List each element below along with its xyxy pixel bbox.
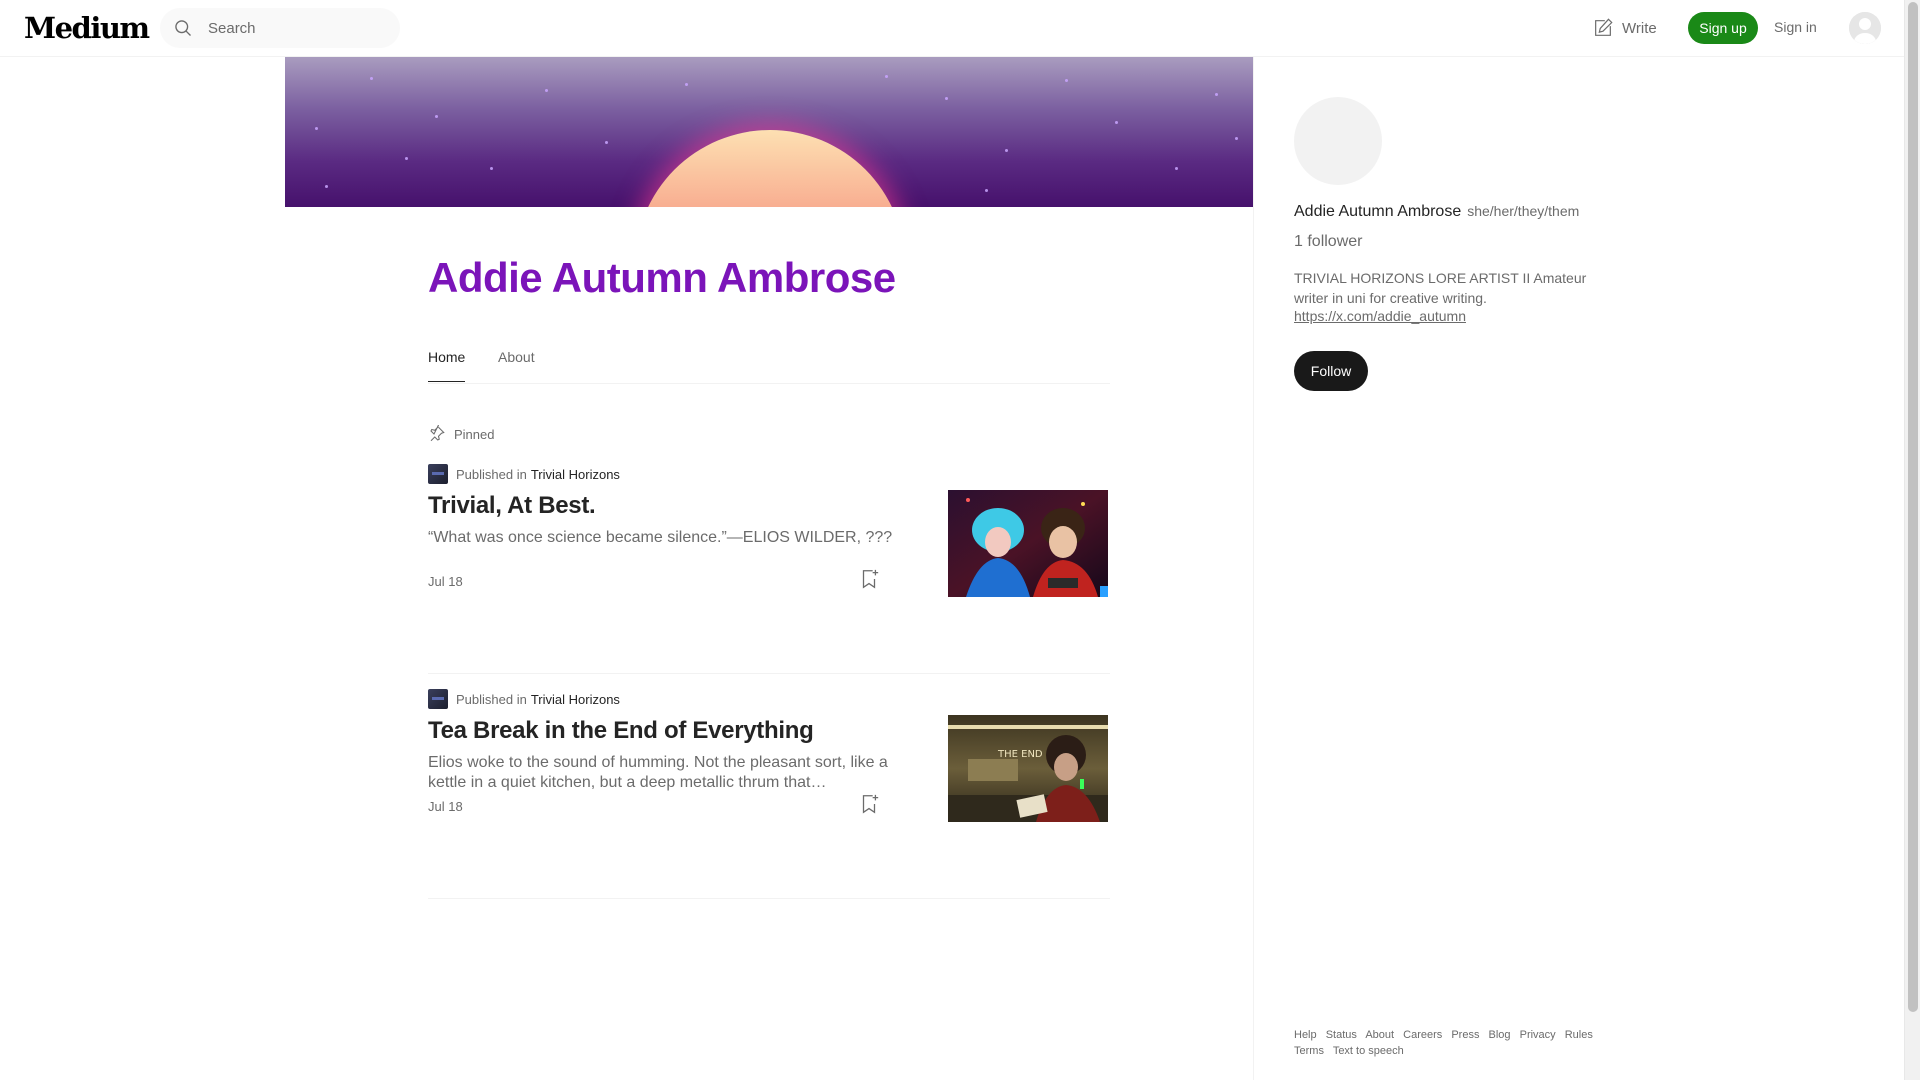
banner-star: [1005, 149, 1008, 152]
bookmark-add-icon[interactable]: [858, 793, 880, 815]
search-box[interactable]: [160, 8, 400, 48]
banner-star: [685, 83, 688, 86]
banner-star: [405, 157, 408, 160]
write-label: Write: [1622, 19, 1657, 37]
sidebar-name-text[interactable]: Addie Autumn Ambrose: [1294, 203, 1461, 220]
article-date: Jul 18: [428, 799, 463, 814]
user-avatar[interactable]: [1849, 12, 1881, 44]
footer-link-rules[interactable]: Rules: [1565, 1029, 1593, 1041]
pin-icon: [430, 425, 445, 442]
profile-bio: TRIVIAL HORIZONS LORE ARTIST II Amateur …: [1294, 270, 1587, 306]
sign-in-link[interactable]: Sign in: [1774, 19, 1817, 35]
banner-star: [1175, 167, 1178, 170]
write-icon: [1595, 18, 1613, 36]
article-title[interactable]: Trivial, At Best.: [428, 492, 596, 520]
banner-star: [315, 127, 318, 130]
article-title[interactable]: Tea Break in the End of Everything: [428, 717, 814, 745]
article-thumbnail[interactable]: THE END: [948, 715, 1108, 822]
footer-link-press[interactable]: Press: [1451, 1029, 1479, 1041]
publication-line: Published in Trivial Horizons: [428, 464, 620, 484]
user-avatar-icon: [1849, 12, 1881, 44]
pinned-label: Pinned: [454, 426, 495, 442]
footer-link-about[interactable]: About: [1365, 1029, 1394, 1041]
banner-star: [985, 189, 988, 192]
write-button[interactable]: Write: [1592, 17, 1657, 39]
banner-star: [605, 141, 608, 144]
banner-star: [1235, 137, 1238, 140]
search-input[interactable]: [208, 8, 388, 48]
banner-star: [370, 77, 373, 80]
article-date: Jul 18: [428, 574, 463, 589]
profile-tabs: Home About: [428, 338, 1110, 384]
profile-sidebar: Addie Autumn Ambrose she/her/they/them 1 …: [1253, 57, 1904, 1080]
scrollbar-thumb[interactable]: [1908, 2, 1918, 1012]
banner-star: [885, 75, 888, 78]
page-scrollbar[interactable]: [1904, 0, 1920, 1080]
footer-link-careers[interactable]: Careers: [1403, 1029, 1442, 1041]
banner-star: [545, 89, 548, 92]
published-in-label: Published in: [456, 466, 527, 482]
tab-home[interactable]: Home: [428, 349, 466, 382]
banner-sun: [635, 130, 905, 207]
thumbnail-text: THE END: [997, 749, 1043, 760]
footer-link-help[interactable]: Help: [1294, 1029, 1317, 1041]
banner-star: [1215, 93, 1218, 96]
profile-link[interactable]: https://x.com/addie_autumn: [1294, 308, 1466, 324]
sign-up-button[interactable]: Sign up: [1688, 12, 1758, 44]
profile-banner-image: [285, 57, 1253, 207]
banner-star: [490, 167, 493, 170]
follow-button[interactable]: Follow: [1294, 351, 1368, 391]
footer-link-blog[interactable]: Blog: [1489, 1029, 1511, 1041]
top-nav-bar: Medium Write Sign up Sign in: [0, 0, 1904, 57]
publication-logo-icon[interactable]: [428, 689, 448, 709]
medium-logo[interactable]: Medium: [24, 11, 150, 45]
article-subtitle[interactable]: “What was once science became silence.”—…: [428, 528, 898, 548]
sidebar-profile-name: Addie Autumn Ambrose she/her/they/them: [1294, 203, 1579, 221]
profile-name-heading: Addie Autumn Ambrose: [428, 254, 896, 301]
footer-link-privacy[interactable]: Privacy: [1520, 1029, 1556, 1041]
follower-count[interactable]: 1 follower: [1294, 233, 1362, 251]
footer-link-terms[interactable]: Terms: [1294, 1045, 1324, 1057]
footer-link-text-to-speech[interactable]: Text to speech: [1333, 1045, 1404, 1057]
publication-line: Published in Trivial Horizons: [428, 689, 620, 709]
banner-star: [325, 185, 328, 188]
publication-logo-icon[interactable]: [428, 464, 448, 484]
search-icon: [175, 20, 191, 36]
article-thumbnail[interactable]: [948, 490, 1108, 597]
article-card[interactable]: Published in Trivial Horizons Tea Break …: [428, 689, 1110, 899]
footer-links: Help Status About Careers Press Blog Pri…: [1294, 1027, 1604, 1059]
published-in-label: Published in: [456, 691, 527, 707]
banner-star: [1115, 121, 1118, 124]
article-subtitle[interactable]: Elios woke to the sound of humming. Not …: [428, 753, 898, 793]
footer-link-status[interactable]: Status: [1326, 1029, 1357, 1041]
article-card[interactable]: Published in Trivial Horizons Trivial, A…: [428, 464, 1110, 674]
publication-name[interactable]: Trivial Horizons: [531, 692, 620, 707]
banner-star: [1065, 79, 1068, 82]
banner-star: [435, 115, 438, 118]
publication-name[interactable]: Trivial Horizons: [531, 467, 620, 482]
bookmark-add-icon[interactable]: [858, 568, 880, 590]
banner-star: [945, 97, 948, 100]
pronouns: she/her/they/them: [1467, 203, 1580, 219]
profile-avatar[interactable]: [1294, 97, 1382, 185]
pinned-indicator: Pinned: [428, 425, 494, 443]
tab-about[interactable]: About: [498, 349, 535, 365]
